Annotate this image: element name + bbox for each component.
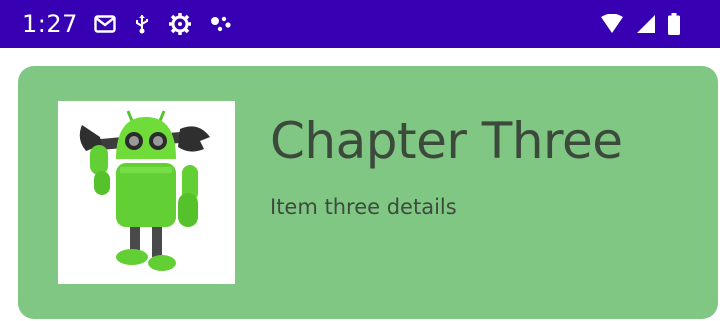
card-details: Item three details bbox=[270, 195, 457, 219]
status-bar: 1:27 bbox=[0, 0, 720, 48]
status-clock: 1:27 bbox=[22, 10, 78, 38]
status-left-group: 1:27 bbox=[22, 10, 250, 38]
gmail-icon bbox=[94, 15, 116, 33]
card-title: Chapter Three bbox=[270, 112, 623, 170]
assistant-dots-icon bbox=[210, 15, 232, 33]
signal-icon bbox=[636, 14, 656, 34]
battery-icon bbox=[668, 13, 680, 35]
android-robot-with-wrench-icon bbox=[58, 101, 235, 284]
status-right-group bbox=[600, 0, 680, 48]
usb-icon bbox=[134, 14, 150, 34]
wifi-icon bbox=[600, 14, 624, 34]
chapter-card[interactable]: Chapter Three Item three details bbox=[18, 66, 718, 319]
settings-gear-icon bbox=[168, 12, 192, 36]
